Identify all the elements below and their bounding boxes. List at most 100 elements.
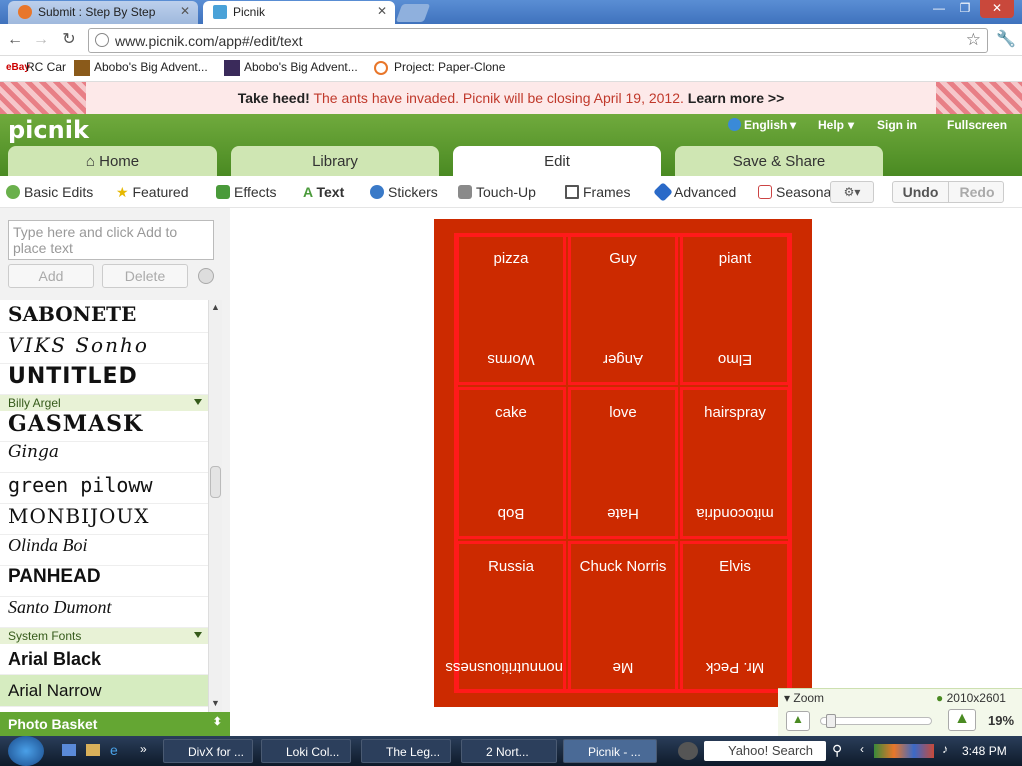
zoom-slider-thumb[interactable]	[826, 714, 836, 728]
maximize-icon[interactable]: ❐	[952, 0, 978, 18]
font-item[interactable]: Arial Black	[0, 644, 208, 675]
card-bottom-text[interactable]: Anger	[571, 351, 675, 368]
browser-tab-picnik[interactable]: Picnik ✕	[203, 1, 395, 24]
back-icon[interactable]: ←	[6, 31, 24, 49]
font-item[interactable]: MONBIJOUX	[0, 504, 208, 535]
font-item[interactable]: SABONETE	[0, 302, 208, 333]
card-top-text[interactable]: Chuck Norris	[571, 558, 675, 575]
forward-icon[interactable]: →	[32, 31, 50, 49]
tab-library[interactable]: Library	[231, 146, 439, 176]
language-menu[interactable]: English	[744, 118, 787, 132]
card-top-text[interactable]: hairspray	[683, 404, 787, 421]
card-top-text[interactable]: piant	[683, 250, 787, 267]
card-bottom-text[interactable]: nonnutritiousness	[445, 659, 563, 676]
card-cell[interactable]: pizza Worms	[456, 233, 566, 385]
font-item[interactable]: GASMASK	[0, 411, 208, 442]
tab-home[interactable]: ⌂ Home	[8, 146, 217, 176]
tool-stickers[interactable]: Stickers	[370, 184, 438, 200]
taskbar-item[interactable]: Loki Col...	[261, 739, 351, 763]
taskbar-item[interactable]: DivX for ...	[163, 739, 253, 763]
tool-basic-edits[interactable]: Basic Edits	[6, 184, 93, 200]
tool-touch-up[interactable]: Touch-Up	[458, 184, 536, 200]
card-top-text[interactable]: cake	[459, 404, 563, 421]
font-item[interactable]: VIKS Sonho	[0, 333, 208, 364]
font-group-system-fonts[interactable]: System Fonts	[0, 628, 208, 644]
yahoo-search-box[interactable]: Yahoo! Search	[704, 741, 826, 761]
new-tab-button[interactable]	[395, 4, 431, 22]
card-bottom-text[interactable]: Me	[571, 659, 675, 676]
scrollbar-thumb[interactable]	[210, 466, 221, 498]
close-tab-icon[interactable]: ✕	[180, 4, 190, 18]
card-bottom-text[interactable]: Elmo	[683, 351, 787, 368]
card-cell[interactable]: hairspray mitocondria	[680, 387, 790, 539]
tool-featured[interactable]: ★ Featured	[116, 184, 189, 201]
card-top-text[interactable]: Guy	[571, 250, 675, 267]
font-item[interactable]: PANHEAD	[0, 566, 208, 597]
sign-in-link[interactable]: Sign in	[877, 118, 917, 132]
address-bar[interactable]: www.picnik.com/app#/edit/text ☆	[88, 28, 988, 53]
card-bottom-text[interactable]: Bob	[459, 505, 563, 522]
star-icon[interactable]: ☆	[966, 30, 981, 50]
card-cell[interactable]: Guy Anger	[568, 233, 678, 385]
taskbar-item[interactable]: The Leg...	[361, 739, 451, 763]
fullscreen-button[interactable]: Fullscreen	[947, 118, 1007, 132]
bookmark-rc-car[interactable]: RC Car	[26, 60, 66, 74]
card-bottom-text[interactable]: Worms	[459, 351, 563, 368]
scroll-up-icon[interactable]: ▲	[211, 302, 220, 312]
zoom-out-icon[interactable]: ▲	[786, 711, 810, 731]
card-bottom-text[interactable]: Mr. Peck	[683, 659, 787, 676]
taskbar-item[interactable]: 2 Nort...	[461, 739, 557, 763]
card-cell[interactable]: cake Bob	[456, 387, 566, 539]
card-cell[interactable]: Elvis Mr. Peck	[680, 541, 790, 693]
show-desktop-icon[interactable]	[62, 744, 76, 756]
wrench-icon[interactable]: 🔧	[996, 31, 1016, 49]
redo-button[interactable]: Redo	[949, 182, 1005, 202]
more-icon[interactable]: »	[140, 742, 147, 756]
tool-text[interactable]: A Text	[303, 184, 344, 200]
help-menu[interactable]: Help	[818, 118, 844, 132]
taskbar-item-active[interactable]: Picnik - ...	[563, 739, 657, 763]
card-top-text[interactable]: pizza	[459, 250, 563, 267]
card-bottom-text[interactable]: Hate	[571, 505, 675, 522]
tool-advanced[interactable]: Advanced	[653, 182, 736, 202]
tool-frames[interactable]: Frames	[565, 184, 630, 200]
zoom-toggle[interactable]: ▾ Zoom	[784, 691, 824, 705]
minimize-icon[interactable]: —	[926, 0, 952, 18]
zoom-slider[interactable]	[820, 714, 932, 728]
clock[interactable]: 3:48 PM	[962, 744, 1007, 758]
edited-photo[interactable]: pizza Worms Guy Anger piant Elmo cake Bob love Ha…	[434, 219, 812, 707]
card-cell[interactable]: Chuck Norris Me	[568, 541, 678, 693]
expand-icon[interactable]: ⬍	[213, 715, 222, 728]
tool-seasonal[interactable]: Seasona	[758, 184, 832, 200]
card-top-text[interactable]: Russia	[459, 558, 563, 575]
text-input[interactable]: Type here and click Add to place text	[8, 220, 214, 260]
tool-effects[interactable]: Effects	[216, 184, 277, 200]
font-list-scrollbar[interactable]: ▲ ▼	[208, 300, 222, 712]
search-icon[interactable]: ⚲	[832, 742, 842, 759]
font-item[interactable]: Olinda Boi	[0, 535, 208, 566]
close-window-icon[interactable]: ✕	[980, 0, 1014, 18]
delete-button[interactable]: Delete	[102, 264, 188, 288]
bookmark-abobo-2[interactable]: Abobo's Big Advent...	[244, 60, 358, 74]
font-item[interactable]: Santo Dumont	[0, 597, 208, 628]
ie-icon[interactable]: e	[110, 742, 118, 758]
font-item[interactable]: Ginga	[0, 442, 208, 473]
card-top-text[interactable]: Elvis	[683, 558, 787, 575]
tray-chevron-icon[interactable]: ‹	[860, 742, 864, 756]
card-cell[interactable]: love Hate	[568, 387, 678, 539]
close-tab-icon[interactable]: ✕	[377, 4, 387, 18]
card-cell[interactable]: piant Elmo	[680, 233, 790, 385]
browser-tab-submit[interactable]: Submit : Step By Step ✕	[8, 1, 198, 24]
tray-icons[interactable]	[874, 744, 934, 758]
card-top-text[interactable]: love	[571, 404, 675, 421]
text-options-icon[interactable]	[198, 268, 214, 284]
zoom-in-icon[interactable]: ▲	[948, 709, 976, 731]
learn-more-link[interactable]: Learn more >>	[688, 90, 785, 106]
bookmark-paper-clone[interactable]: Project: Paper-Clone	[394, 60, 505, 74]
undo-button[interactable]: Undo	[893, 182, 949, 202]
font-item-selected[interactable]: Arial Narrow	[0, 675, 208, 707]
explorer-icon[interactable]	[86, 744, 100, 756]
tab-edit[interactable]: Edit	[453, 146, 661, 176]
add-button[interactable]: Add	[8, 264, 94, 288]
font-group-billy-argel[interactable]: Billy Argel	[0, 395, 208, 411]
